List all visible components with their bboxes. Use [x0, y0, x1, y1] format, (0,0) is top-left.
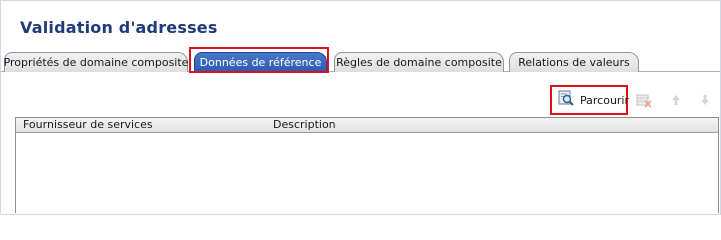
- browse-button[interactable]: Parcourir: [550, 85, 630, 115]
- move-up-icon[interactable]: [668, 92, 684, 108]
- tab-label: Propriétés de domaine composite: [3, 56, 189, 69]
- page-title: Validation d'adresses: [20, 18, 218, 37]
- column-header-description[interactable]: Description: [273, 118, 336, 132]
- tab-composite-domain-properties[interactable]: Propriétés de domaine composite: [4, 52, 188, 72]
- browse-button-label: Parcourir: [580, 93, 630, 107]
- column-header-service-provider[interactable]: Fournisseur de services: [23, 118, 153, 132]
- grid-header: Fournisseur de services Description: [16, 118, 718, 133]
- move-down-icon[interactable]: [697, 92, 713, 108]
- highlight-frame: [189, 47, 329, 73]
- tab-composite-domain-rules[interactable]: Règles de domaine composite: [334, 52, 504, 72]
- reference-data-grid[interactable]: Fournisseur de services Description: [15, 117, 719, 213]
- delete-icon[interactable]: [636, 92, 652, 108]
- tab-value-relations[interactable]: Relations de valeurs: [509, 52, 639, 72]
- tab-label: Règles de domaine composite: [336, 56, 502, 69]
- search-icon: [558, 90, 575, 110]
- tab-label: Relations de valeurs: [518, 56, 630, 69]
